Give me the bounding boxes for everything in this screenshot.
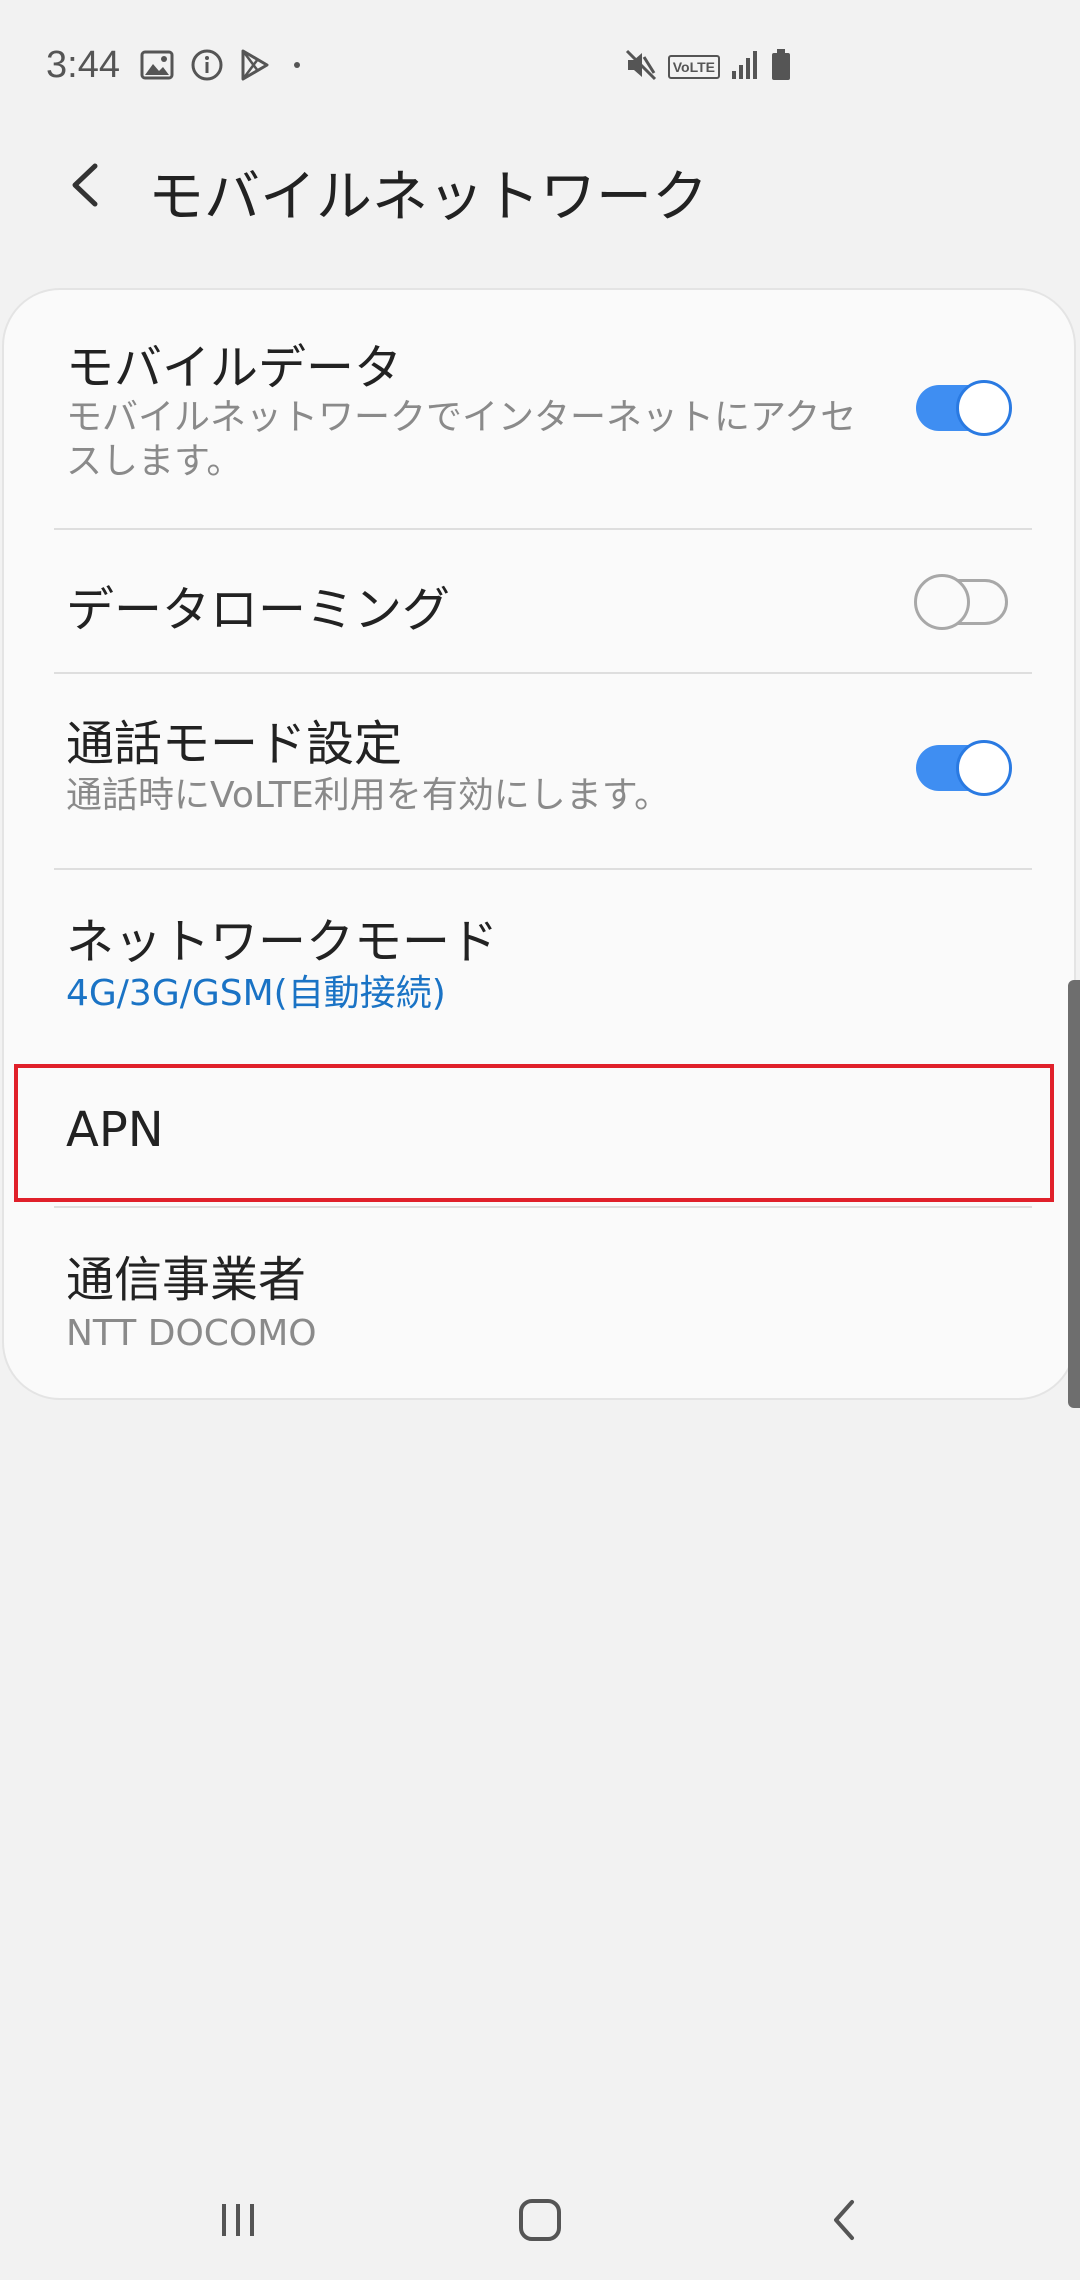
recents-button[interactable]: [198, 2190, 278, 2250]
mobile-data-subtitle-line2: スします。: [66, 441, 243, 482]
data-roaming-title: データローミング: [66, 582, 451, 638]
chevron-left-icon: [72, 163, 98, 207]
battery-icon: [770, 48, 792, 86]
image-icon: [140, 50, 174, 84]
setting-mobile-data[interactable]: モバイルデータ モバイルネットワークでインターネットにアクセ スします。: [4, 290, 1078, 530]
setting-data-roaming[interactable]: データローミング: [4, 530, 1078, 672]
data-roaming-toggle[interactable]: [914, 574, 1012, 630]
recents-icon: [222, 2204, 254, 2236]
home-icon: [519, 2199, 561, 2241]
status-bar: 3:44 VoLTE: [0, 0, 1080, 130]
settings-card: モバイルデータ モバイルネットワークでインターネットにアクセ スします。 データ…: [2, 288, 1076, 1400]
scroll-indicator[interactable]: [1068, 980, 1080, 1408]
network-mode-title: ネットワークモード: [66, 914, 499, 970]
signal-icon: [730, 49, 760, 85]
mobile-data-subtitle: モバイルネットワークでインターネットにアクセ スします。: [66, 396, 856, 484]
dot-icon: [286, 48, 308, 86]
back-button[interactable]: [55, 150, 115, 220]
back-icon: [834, 2200, 854, 2240]
mobile-data-toggle[interactable]: [914, 380, 1012, 436]
home-button[interactable]: [500, 2190, 580, 2250]
setting-call-mode[interactable]: 通話モード設定 通話時にVoLTE利用を有効にします。: [4, 674, 1078, 868]
toggle-knob: [914, 574, 970, 630]
app-header: モバイルネットワーク: [0, 130, 1080, 240]
network-mode-value: 4G/3G/GSM(自動接続): [66, 973, 446, 1014]
status-time: 3:44: [46, 44, 120, 86]
vibrate-mute-icon: [624, 48, 658, 86]
nav-back-button[interactable]: [804, 2190, 884, 2250]
carrier-value: NTT DOCOMO: [66, 1313, 317, 1354]
navigation-bar: [0, 2160, 1080, 2280]
page-title: モバイルネットワーク: [148, 165, 708, 230]
mobile-data-title: モバイルデータ: [66, 340, 403, 396]
setting-network-mode[interactable]: ネットワークモード 4G/3G/GSM(自動接続): [4, 870, 1078, 1064]
apn-highlight-box: [14, 1064, 1054, 1202]
call-mode-title: 通話モード設定: [66, 716, 403, 772]
status-icons-right: VoLTE: [624, 48, 792, 86]
setting-carrier[interactable]: 通信事業者 NTT DOCOMO: [4, 1208, 1078, 1398]
info-icon: [190, 48, 224, 86]
status-icons-left: [140, 48, 308, 86]
play-store-icon: [240, 48, 270, 86]
carrier-title: 通信事業者: [66, 1252, 307, 1308]
mobile-data-subtitle-line1: モバイルネットワークでインターネットにアクセ: [66, 397, 857, 438]
call-mode-subtitle: 通話時にVoLTE利用を有効にします。: [66, 775, 671, 816]
call-mode-toggle[interactable]: [914, 740, 1012, 796]
toggle-knob: [956, 740, 1012, 796]
volte-icon: VoLTE: [667, 55, 720, 79]
toggle-knob: [956, 380, 1012, 436]
